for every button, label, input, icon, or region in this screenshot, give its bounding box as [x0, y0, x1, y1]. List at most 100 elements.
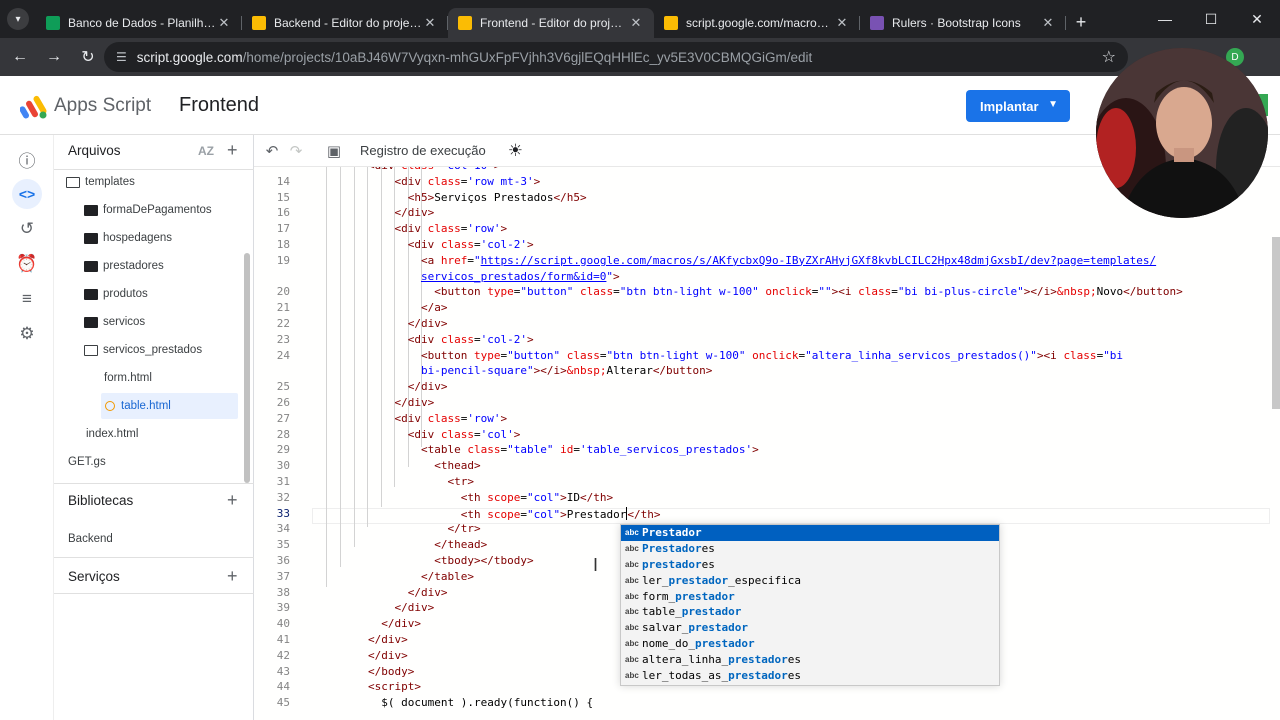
- file-name: form.html: [104, 372, 152, 384]
- folder-icon: [84, 204, 98, 216]
- close-tab-icon[interactable]: ✕: [422, 15, 438, 31]
- file-item[interactable]: table.html: [101, 393, 238, 419]
- folder-item[interactable]: templates: [66, 169, 135, 195]
- suggestion-item[interactable]: abc altera_linha_ prestador es: [621, 651, 999, 667]
- code-line: </div>: [407, 585, 448, 599]
- line-number: 42: [276, 648, 290, 662]
- line-number: 18: [276, 238, 290, 251]
- execution-log-button[interactable]: Registro de execução: [360, 143, 486, 158]
- suggestion-item[interactable]: abc salvar_ prestador: [621, 620, 999, 636]
- maximize-icon[interactable]: ☐: [1188, 0, 1234, 38]
- suggestion-prefix: form_: [642, 589, 676, 603]
- browser-tab-bar: ▾ Banco de Dados - Planilhas Go✕Backend …: [0, 0, 1280, 38]
- tab-strip: Banco de Dados - Planilhas Go✕Backend - …: [36, 0, 1066, 38]
- editor-scrollbar[interactable]: [1272, 237, 1280, 409]
- executions-icon[interactable]: ≡: [12, 284, 42, 314]
- browser-tab[interactable]: Rulers · Bootstrap Icons ✕: [860, 8, 1066, 38]
- file-item[interactable]: form.html: [104, 365, 152, 391]
- folder-item[interactable]: prestadores: [84, 253, 164, 279]
- add-service-icon[interactable]: +: [227, 566, 238, 587]
- add-library-icon[interactable]: +: [227, 490, 238, 511]
- site-info-icon[interactable]: ☰: [116, 50, 127, 64]
- file-item[interactable]: index.html: [86, 421, 138, 447]
- code-line: </thead>: [434, 538, 488, 552]
- text-kind-icon: abc: [625, 638, 639, 648]
- text-kind-icon: abc: [625, 591, 639, 601]
- folder-item[interactable]: produtos: [84, 281, 148, 307]
- files-panel: Arquivos AZ + templates formaDePagamentos…: [54, 135, 254, 720]
- suggestion-prefix: salvar_: [642, 621, 689, 635]
- file-name: index.html: [86, 428, 139, 440]
- close-tab-icon[interactable]: ✕: [628, 15, 644, 31]
- suggestion-item[interactable]: abc nome_do_ prestador: [621, 636, 999, 652]
- reload-icon[interactable]: ↻: [72, 41, 104, 73]
- close-tab-icon[interactable]: ✕: [216, 15, 232, 31]
- sort-az-icon[interactable]: AZ: [198, 144, 214, 158]
- line-number: 39: [276, 601, 290, 615]
- text-cursor-icon: I: [593, 555, 599, 575]
- folder-item[interactable]: hospedagens: [84, 225, 172, 251]
- suggestion-item[interactable]: abc ler_ prestador _especifica: [621, 572, 999, 588]
- caret-down-icon: ▼: [1048, 99, 1058, 110]
- divider: [54, 593, 254, 594]
- suggestion-item[interactable]: abc ler_todas_as_ prestador es: [621, 667, 999, 683]
- code-line: </div>: [394, 206, 435, 220]
- close-tab-icon[interactable]: ✕: [1040, 15, 1056, 31]
- file-name: produtos: [103, 288, 148, 300]
- browser-tab[interactable]: Banco de Dados - Planilhas Go✕: [36, 8, 242, 38]
- code-editor-icon[interactable]: <>: [12, 179, 42, 209]
- deploy-button[interactable]: Implantar ▼: [966, 90, 1070, 122]
- forward-arrow-icon[interactable]: →: [38, 41, 70, 73]
- suggestion-item[interactable]: abc Prestador es: [621, 541, 999, 557]
- folder-item[interactable]: servicos_prestados: [84, 337, 202, 363]
- file-name: templates: [85, 176, 135, 188]
- line-number: 29: [276, 443, 290, 457]
- new-tab-button[interactable]: +: [1066, 12, 1096, 33]
- code-line: <button type="button" class="btn btn-lig…: [434, 285, 1183, 299]
- project-title[interactable]: Frontend: [179, 94, 259, 117]
- browser-tab[interactable]: script.google.com/macros/s/AK✕: [654, 8, 860, 38]
- suggestion-match: Prestador: [642, 542, 702, 556]
- deploy-label: Implantar: [980, 98, 1039, 114]
- theme-sun-icon[interactable]: ☀: [508, 141, 523, 161]
- undo-icon[interactable]: ↶: [260, 142, 284, 160]
- close-window-icon[interactable]: ✕: [1234, 0, 1280, 38]
- info-icon[interactable]: ⓘ: [12, 144, 42, 174]
- history-icon[interactable]: ↺: [12, 214, 42, 244]
- settings-gear-icon[interactable]: ⚙: [12, 319, 42, 349]
- bookmark-star-icon[interactable]: ☆: [1102, 47, 1116, 67]
- address-bar[interactable]: ☰ script.google.com/home/projects/10aBJ4…: [104, 42, 1128, 72]
- browser-tab[interactable]: Frontend - Editor do projeto - A✕: [448, 8, 654, 38]
- suggestion-prefix: table_: [642, 605, 682, 619]
- line-number: 25: [276, 380, 290, 394]
- line-number: 27: [276, 411, 290, 425]
- folder-item[interactable]: servicos: [84, 309, 145, 335]
- suggestion-match: prestador: [668, 573, 729, 587]
- left-nav-rail: ⓘ <> ↺ ⏰ ≡ ⚙: [0, 135, 54, 720]
- back-arrow-icon[interactable]: ←: [4, 41, 36, 73]
- suggestion-item[interactable]: abc Prestador: [621, 525, 999, 541]
- file-tree-scrollbar[interactable]: [244, 253, 250, 483]
- text-kind-icon: abc: [625, 670, 639, 680]
- suggestion-item[interactable]: abc form_ prestador: [621, 588, 999, 604]
- close-tab-icon[interactable]: ✕: [834, 15, 850, 31]
- text-kind-icon: abc: [625, 575, 639, 585]
- file-item[interactable]: GET.gs: [68, 449, 106, 475]
- add-file-icon[interactable]: +: [227, 140, 238, 161]
- minimize-icon[interactable]: —: [1142, 0, 1188, 38]
- redo-icon[interactable]: ↷: [284, 142, 308, 160]
- folder-item[interactable]: formaDePagamentos: [84, 197, 212, 223]
- line-number: 22: [276, 317, 290, 330]
- suggestion-match: prestador: [694, 636, 755, 650]
- url-host: script.google.com: [136, 49, 243, 65]
- library-item[interactable]: Backend: [68, 526, 113, 552]
- tab-search-button[interactable]: ▾: [0, 0, 36, 38]
- suggestion-item[interactable]: abc prestador es: [621, 557, 999, 573]
- suggestion-match: prestador: [675, 589, 735, 603]
- suggestion-item[interactable]: abc table_ prestador: [621, 604, 999, 620]
- save-icon[interactable]: ▣: [322, 142, 346, 160]
- code-line: <div class='col-2'>: [407, 332, 534, 346]
- browser-tab[interactable]: Backend - Editor do projeto - A ✕: [242, 8, 448, 38]
- code-line: </table>: [420, 569, 474, 583]
- triggers-alarm-icon[interactable]: ⏰: [12, 249, 42, 279]
